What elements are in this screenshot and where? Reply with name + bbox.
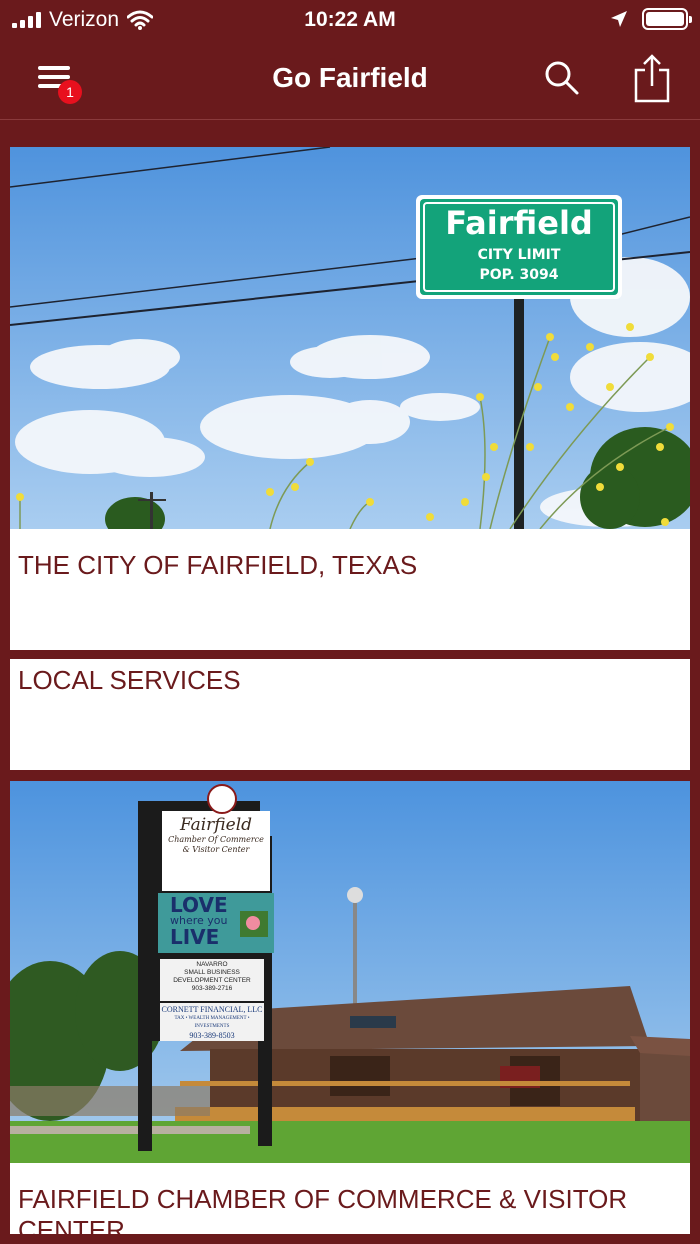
- card-title: FAIRFIELD CHAMBER OF COMMERCE & VISITOR …: [18, 1184, 628, 1244]
- status-bar: Verizon 10:22 AM: [0, 0, 700, 40]
- love-sign-line1: LOVE: [170, 893, 228, 917]
- battery-icon: [642, 8, 692, 30]
- chamber-sign-sub1: Chamber Of Commerce: [168, 835, 264, 844]
- navigation-bar: 1 Go Fairfield: [0, 40, 700, 120]
- sign-population: POP. 3094: [479, 267, 559, 283]
- card-chamber-of-commerce[interactable]: Fairfield Chamber Of Commerce & Visitor …: [10, 781, 690, 1244]
- love-sign-text: LOVE where you LIVE: [170, 895, 250, 947]
- cornett-line2: TAX • WEALTH MANAGEMENT • INVESTMENTS: [174, 1016, 250, 1029]
- cornett-line3: 903-389-8503: [189, 1031, 235, 1040]
- chamber-sign-name: Fairfield: [179, 815, 253, 835]
- card-title: THE CITY OF FAIRFIELD, TEXAS: [18, 550, 418, 580]
- sign-city-name: Fairfield: [445, 204, 593, 242]
- status-time: 10:22 AM: [304, 8, 396, 31]
- chamber-photo: Fairfield Chamber Of Commerce & Visitor …: [10, 781, 690, 1163]
- card-local-services[interactable]: LOCAL SERVICES: [10, 659, 690, 770]
- sbdc-line4: 903-389-2716: [191, 985, 233, 992]
- search-icon[interactable]: [542, 58, 582, 98]
- city-limit-sign-photo: Fairfield CITY LIMIT POP. 3094: [10, 147, 690, 529]
- chamber-sign-text: Fairfield Chamber Of Commerce & Visitor …: [162, 815, 270, 855]
- content-list: Fairfield CITY LIMIT POP. 3094 THE CITY …: [0, 121, 700, 1244]
- page-title: Go Fairfield: [272, 62, 428, 93]
- card-title: LOCAL SERVICES: [18, 665, 241, 695]
- sbdc-line1: NAVARRO: [196, 961, 228, 968]
- card-city-of-fairfield[interactable]: Fairfield CITY LIMIT POP. 3094 THE CITY …: [10, 147, 690, 650]
- location-arrow-icon: [611, 11, 627, 27]
- sbdc-line3: DEVELOPMENT CENTER: [173, 977, 251, 984]
- city-limit-sign: Fairfield CITY LIMIT POP. 3094: [420, 199, 618, 295]
- cornett-panel-text: CORNETT FINANCIAL, LLC TAX • WEALTH MANA…: [160, 1005, 264, 1041]
- chamber-sign-sub2: & Visitor Center: [182, 845, 250, 854]
- love-sign-line3: LIVE: [170, 925, 220, 949]
- sbdc-panel-text: NAVARRO SMALL BUSINESS DEVELOPMENT CENTE…: [160, 961, 264, 993]
- status-right: [610, 8, 692, 30]
- chamber-building-photo: [10, 781, 690, 1163]
- sbdc-line2: SMALL BUSINESS: [184, 969, 240, 976]
- sign-city-limit: CITY LIMIT: [477, 247, 561, 263]
- cornett-line1: CORNETT FINANCIAL, LLC: [161, 1005, 263, 1014]
- share-icon[interactable]: [632, 54, 672, 104]
